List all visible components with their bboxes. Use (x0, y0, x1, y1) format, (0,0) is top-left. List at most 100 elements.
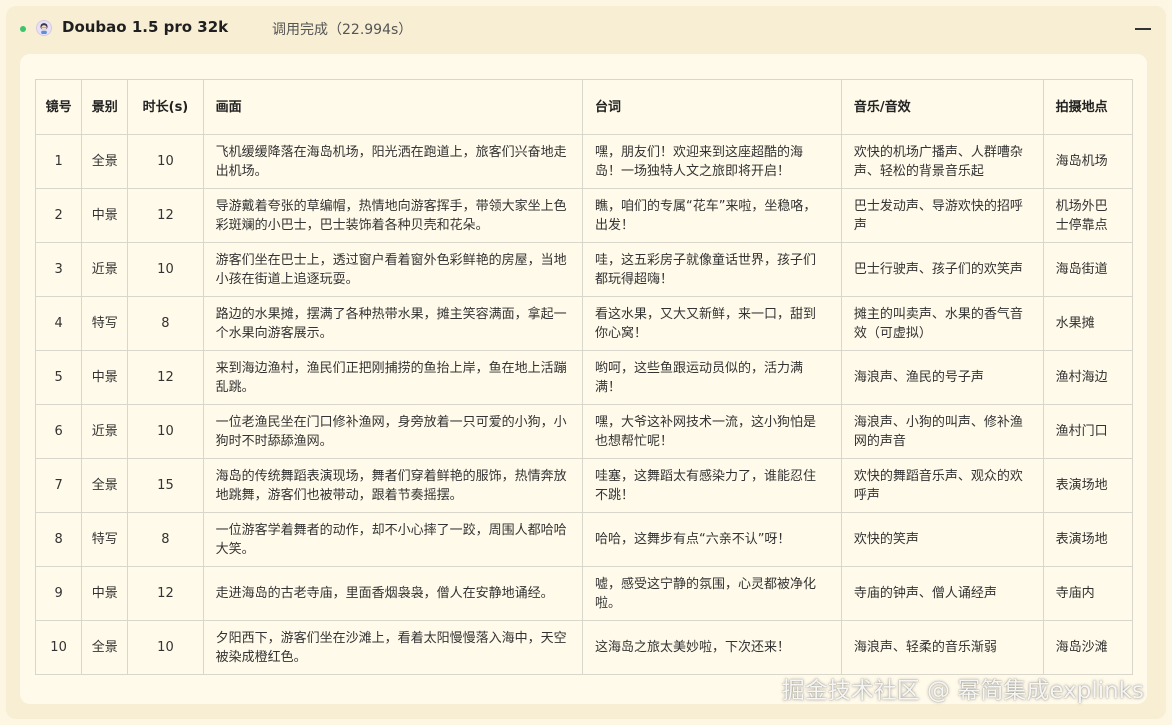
cell-shot-number: 3 (34, 242, 83, 297)
column-header-shot-number: 镜号 (34, 79, 83, 135)
cell-scene: 走进海岛的古老寺庙，里面香烟袅袅，僧人在安静地诵经。 (202, 566, 583, 621)
cell-dialogue: 哇，这五彩房子就像童话世界，孩子们都玩得超嗨！ (581, 242, 842, 297)
cell-music-sfx: 欢快的机场广播声、人群嘈杂声、轻松的背景音乐起 (840, 134, 1044, 189)
cell-dialogue: 看这水果，又大又新鲜，来一口，甜到你心窝！ (581, 296, 842, 351)
watermark-text: 掘金技术社区 @ 幂简集成explinks (781, 678, 1144, 704)
cell-dialogue: 这海岛之旅太美妙啦，下次还来！ (581, 620, 842, 675)
cell-location: 渔村海边 (1042, 350, 1134, 405)
cell-music-sfx: 欢快的笑声 (840, 512, 1044, 567)
cell-location: 表演场地 (1042, 512, 1134, 567)
cell-duration: 10 (127, 620, 204, 675)
cell-music-sfx: 海浪声、轻柔的音乐渐弱 (840, 620, 1044, 675)
cell-shot-number: 10 (34, 620, 83, 675)
cell-music-sfx: 巴士发动声、导游欢快的招呼声 (840, 188, 1044, 243)
column-header-shot-size: 景别 (81, 79, 129, 135)
status-dot-icon (20, 26, 26, 32)
cell-music-sfx: 欢快的舞蹈音乐声、观众的欢呼声 (840, 458, 1044, 513)
cell-dialogue: 嘿，大爷这补网技术一流，这小狗怕是也想帮忙呢！ (581, 404, 842, 459)
table-row: 6 近景 10 一位老渔民坐在门口修补渔网，身旁放着一只可爱的小狗，小狗时不时舔舔渔网… (34, 404, 1134, 459)
cell-duration: 12 (127, 188, 204, 243)
cell-location: 海岛机场 (1042, 134, 1134, 189)
table-header-row: 镜号 景别 时长(s) 画面 台词 音乐/音效 拍摄地点 (34, 79, 1134, 135)
table-row: 1 全景 10 飞机缓缓降落在海岛机场，阳光洒在跑道上，旅客们兴奋地走出机场。 嘿，朋友… (34, 134, 1134, 189)
cell-location: 海岛街道 (1042, 242, 1134, 297)
storyboard-table: 镜号 景别 时长(s) 画面 台词 音乐/音效 拍摄地点 1 全景 10 飞机缓缓降落在海岛机场，… (34, 79, 1134, 675)
cell-scene: 来到海边渔村，渔民们正把刚捕捞的鱼抬上岸，鱼在地上活蹦乱跳。 (202, 350, 583, 405)
cell-duration: 8 (127, 512, 204, 567)
cell-music-sfx: 海浪声、小狗的叫声、修补渔网的声音 (840, 404, 1044, 459)
response-panel: Doubao 1.5 pro 32k 调用完成（22.994s） 镜号 景别 时长(… (6, 6, 1166, 719)
minus-icon (1135, 28, 1151, 30)
cell-location: 机场外巴士停靠点 (1042, 188, 1134, 243)
column-header-duration: 时长(s) (127, 79, 204, 135)
table-row: 2 中景 12 导游戴着夸张的草编帽，热情地向游客挥手，带领大家坐上色彩斑斓的小巴士，… (34, 188, 1134, 243)
cell-music-sfx: 摊主的叫卖声、水果的香气音效（可虚拟） (840, 296, 1044, 351)
cell-shot-number: 8 (34, 512, 83, 567)
cell-location: 表演场地 (1042, 458, 1134, 513)
cell-shot-size: 近景 (81, 404, 129, 459)
panel-header: Doubao 1.5 pro 32k 调用完成（22.994s） (6, 6, 1166, 50)
cell-shot-size: 全景 (81, 620, 129, 675)
cell-shot-size: 中景 (81, 350, 129, 405)
cell-dialogue: 嘿，朋友们！欢迎来到这座超酷的海岛！一场独特人文之旅即将开启！ (581, 134, 842, 189)
cell-shot-size: 中景 (81, 188, 129, 243)
cell-shot-size: 中景 (81, 566, 129, 621)
cell-scene: 导游戴着夸张的草编帽，热情地向游客挥手，带领大家坐上色彩斑斓的小巴士，巴士装饰着… (202, 188, 583, 243)
cell-location: 水果摊 (1042, 296, 1134, 351)
cell-shot-number: 2 (34, 188, 83, 243)
cell-scene: 飞机缓缓降落在海岛机场，阳光洒在跑道上，旅客们兴奋地走出机场。 (202, 134, 583, 189)
cell-music-sfx: 海浪声、渔民的号子声 (840, 350, 1044, 405)
cell-dialogue: 哇塞，这舞蹈太有感染力了，谁能忍住不跳！ (581, 458, 842, 513)
cell-shot-number: 1 (34, 134, 83, 189)
cell-location: 海岛沙滩 (1042, 620, 1134, 675)
table-row: 10 全景 10 夕阳西下，游客们坐在沙滩上，看着太阳慢慢落入海中，天空被染成橙红色。… (34, 620, 1134, 675)
response-card: 镜号 景别 时长(s) 画面 台词 音乐/音效 拍摄地点 1 全景 10 飞机缓缓降落在海岛机场，… (20, 54, 1147, 704)
column-header-scene: 画面 (202, 79, 583, 135)
cell-scene: 夕阳西下，游客们坐在沙滩上，看着太阳慢慢落入海中，天空被染成橙红色。 (202, 620, 583, 675)
cell-dialogue: 嘘，感受这宁静的氛围，心灵都被净化啦。 (581, 566, 842, 621)
cell-scene: 海岛的传统舞蹈表演现场，舞者们穿着鲜艳的服饰，热情奔放地跳舞，游客们也被带动，跟… (202, 458, 583, 513)
cell-duration: 8 (127, 296, 204, 351)
doubao-avatar-icon (36, 20, 52, 36)
cell-shot-size: 特写 (81, 512, 129, 567)
table-body: 1 全景 10 飞机缓缓降落在海岛机场，阳光洒在跑道上，旅客们兴奋地走出机场。 嘿，朋友… (34, 134, 1134, 675)
cell-shot-size: 近景 (81, 242, 129, 297)
cell-scene: 游客们坐在巴士上，透过窗户看着窗外色彩鲜艳的房屋，当地小孩在街道上追逐玩耍。 (202, 242, 583, 297)
table-row: 9 中景 12 走进海岛的古老寺庙，里面香烟袅袅，僧人在安静地诵经。 嘘，感受这宁静的氛… (34, 566, 1134, 621)
cell-shot-number: 7 (34, 458, 83, 513)
cell-duration: 10 (127, 404, 204, 459)
cell-music-sfx: 巴士行驶声、孩子们的欢笑声 (840, 242, 1044, 297)
cell-scene: 路边的水果摊，摆满了各种热带水果，摊主笑容满面，拿起一个水果向游客展示。 (202, 296, 583, 351)
table-row: 7 全景 15 海岛的传统舞蹈表演现场，舞者们穿着鲜艳的服饰，热情奔放地跳舞，游客们也… (34, 458, 1134, 513)
cell-duration: 10 (127, 134, 204, 189)
table-row: 3 近景 10 游客们坐在巴士上，透过窗户看着窗外色彩鲜艳的房屋，当地小孩在街道上追逐… (34, 242, 1134, 297)
cell-duration: 15 (127, 458, 204, 513)
cell-music-sfx: 寺庙的钟声、僧人诵经声 (840, 566, 1044, 621)
column-header-dialogue: 台词 (581, 79, 842, 135)
table-row: 5 中景 12 来到海边渔村，渔民们正把刚捕捞的鱼抬上岸，鱼在地上活蹦乱跳。 哟呵，这些… (34, 350, 1134, 405)
cell-location: 渔村门口 (1042, 404, 1134, 459)
cell-dialogue: 哈哈，这舞步有点“六亲不认”呀！ (581, 512, 842, 567)
cell-duration: 10 (127, 242, 204, 297)
cell-shot-number: 5 (34, 350, 83, 405)
cell-duration: 12 (127, 350, 204, 405)
cell-scene: 一位游客学着舞者的动作，却不小心摔了一跤，周围人都哈哈大笑。 (202, 512, 583, 567)
cell-dialogue: 瞧，咱们的专属“花车”来啦，坐稳咯，出发！ (581, 188, 842, 243)
column-header-music-sfx: 音乐/音效 (840, 79, 1044, 135)
call-status-text: 调用完成（22.994s） (272, 22, 413, 38)
model-name: Doubao 1.5 pro 32k (62, 18, 229, 36)
cell-shot-size: 特写 (81, 296, 129, 351)
column-header-location: 拍摄地点 (1042, 79, 1134, 135)
table-row: 8 特写 8 一位游客学着舞者的动作，却不小心摔了一跤，周围人都哈哈大笑。 哈哈，这舞步… (34, 512, 1134, 567)
cell-location: 寺庙内 (1042, 566, 1134, 621)
cell-shot-size: 全景 (81, 134, 129, 189)
cell-scene: 一位老渔民坐在门口修补渔网，身旁放着一只可爱的小狗，小狗时不时舔舔渔网。 (202, 404, 583, 459)
table-row: 4 特写 8 路边的水果摊，摆满了各种热带水果，摊主笑容满面，拿起一个水果向游客展示。… (34, 296, 1134, 351)
cell-shot-number: 4 (34, 296, 83, 351)
cell-dialogue: 哟呵，这些鱼跟运动员似的，活力满满！ (581, 350, 842, 405)
cell-duration: 12 (127, 566, 204, 621)
collapse-button[interactable] (1134, 20, 1152, 38)
cell-shot-size: 全景 (81, 458, 129, 513)
cell-shot-number: 9 (34, 566, 83, 621)
cell-shot-number: 6 (34, 404, 83, 459)
